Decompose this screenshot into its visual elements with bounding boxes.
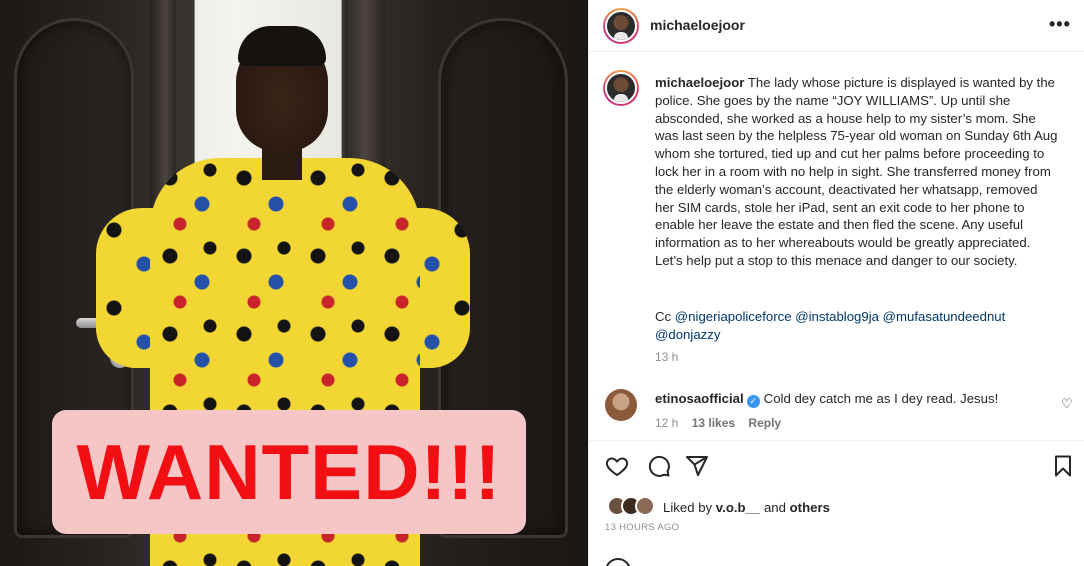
comment-likes[interactable]: 13 likes [692, 416, 735, 430]
liked-by-joiner: and [763, 500, 786, 515]
liker-avatars[interactable] [607, 496, 659, 518]
comment-time[interactable]: 12 h [655, 416, 678, 430]
cc-label: Cc [655, 309, 672, 324]
author-username[interactable]: michaeloejoor [650, 17, 745, 33]
liked-by-prefix: Liked by [663, 500, 713, 515]
author-avatar[interactable] [603, 8, 639, 44]
commenter-avatar[interactable] [605, 389, 637, 421]
caption-timestamp[interactable]: 13 h [655, 350, 678, 364]
heart-icon[interactable] [605, 454, 629, 485]
commenter-username[interactable]: etinosaofficial [655, 391, 744, 406]
comment-like-heart-icon[interactable]: ♡ [1061, 396, 1073, 412]
caption-author-avatar[interactable] [603, 70, 639, 106]
comment-reply-button[interactable]: Reply [748, 416, 781, 430]
mention-link[interactable]: @instablog9ja [795, 309, 879, 324]
liked-by-user[interactable]: v.o.b__ [716, 500, 760, 515]
more-horizontal-icon[interactable]: ••• [1049, 14, 1071, 35]
mention-link[interactable]: @nigeriapoliceforce [675, 309, 792, 324]
liked-by-others[interactable]: others [790, 500, 830, 515]
post-sidebar: michaeloejoor ••• michaeloejoor The lady… [588, 0, 1084, 566]
post-header: michaeloejoor ••• [589, 0, 1084, 52]
post-image[interactable]: WANTED!!! [0, 0, 588, 566]
liker-avatar [635, 496, 655, 516]
comment-text: Cold dey catch me as I dey read. Jesus! [763, 391, 999, 406]
wanted-banner-text: WANTED!!! [76, 427, 502, 516]
comment-meta: 12 h 13 likes Reply [655, 416, 791, 430]
post-timestamp[interactable]: 13 HOURS AGO [605, 522, 679, 533]
wanted-banner: WANTED!!! [52, 410, 526, 534]
post-caption: michaeloejoor The lady whose picture is … [655, 74, 1059, 270]
divider [589, 440, 1084, 441]
caption-username[interactable]: michaeloejoor [655, 75, 744, 90]
comment: etinosaofficial ✓ Cold dey catch me as I d… [655, 391, 1055, 408]
emoji-icon[interactable] [605, 558, 631, 566]
mention-link[interactable]: @mufasatundeednut [883, 309, 1006, 324]
caption-mentions: Cc @nigeriapoliceforce @instablog9ja @mu… [655, 308, 1059, 344]
send-icon[interactable] [685, 454, 709, 485]
liked-by: Liked by v.o.b__ and others [663, 500, 830, 515]
post-actions [603, 454, 1073, 482]
verified-badge-icon: ✓ [746, 395, 760, 408]
caption-text: The lady whose picture is displayed is w… [655, 75, 1058, 268]
bookmark-icon[interactable] [1051, 454, 1075, 485]
comment-icon[interactable] [647, 454, 671, 485]
mention-link[interactable]: @donjazzy [655, 327, 720, 342]
person-hair [238, 26, 326, 66]
